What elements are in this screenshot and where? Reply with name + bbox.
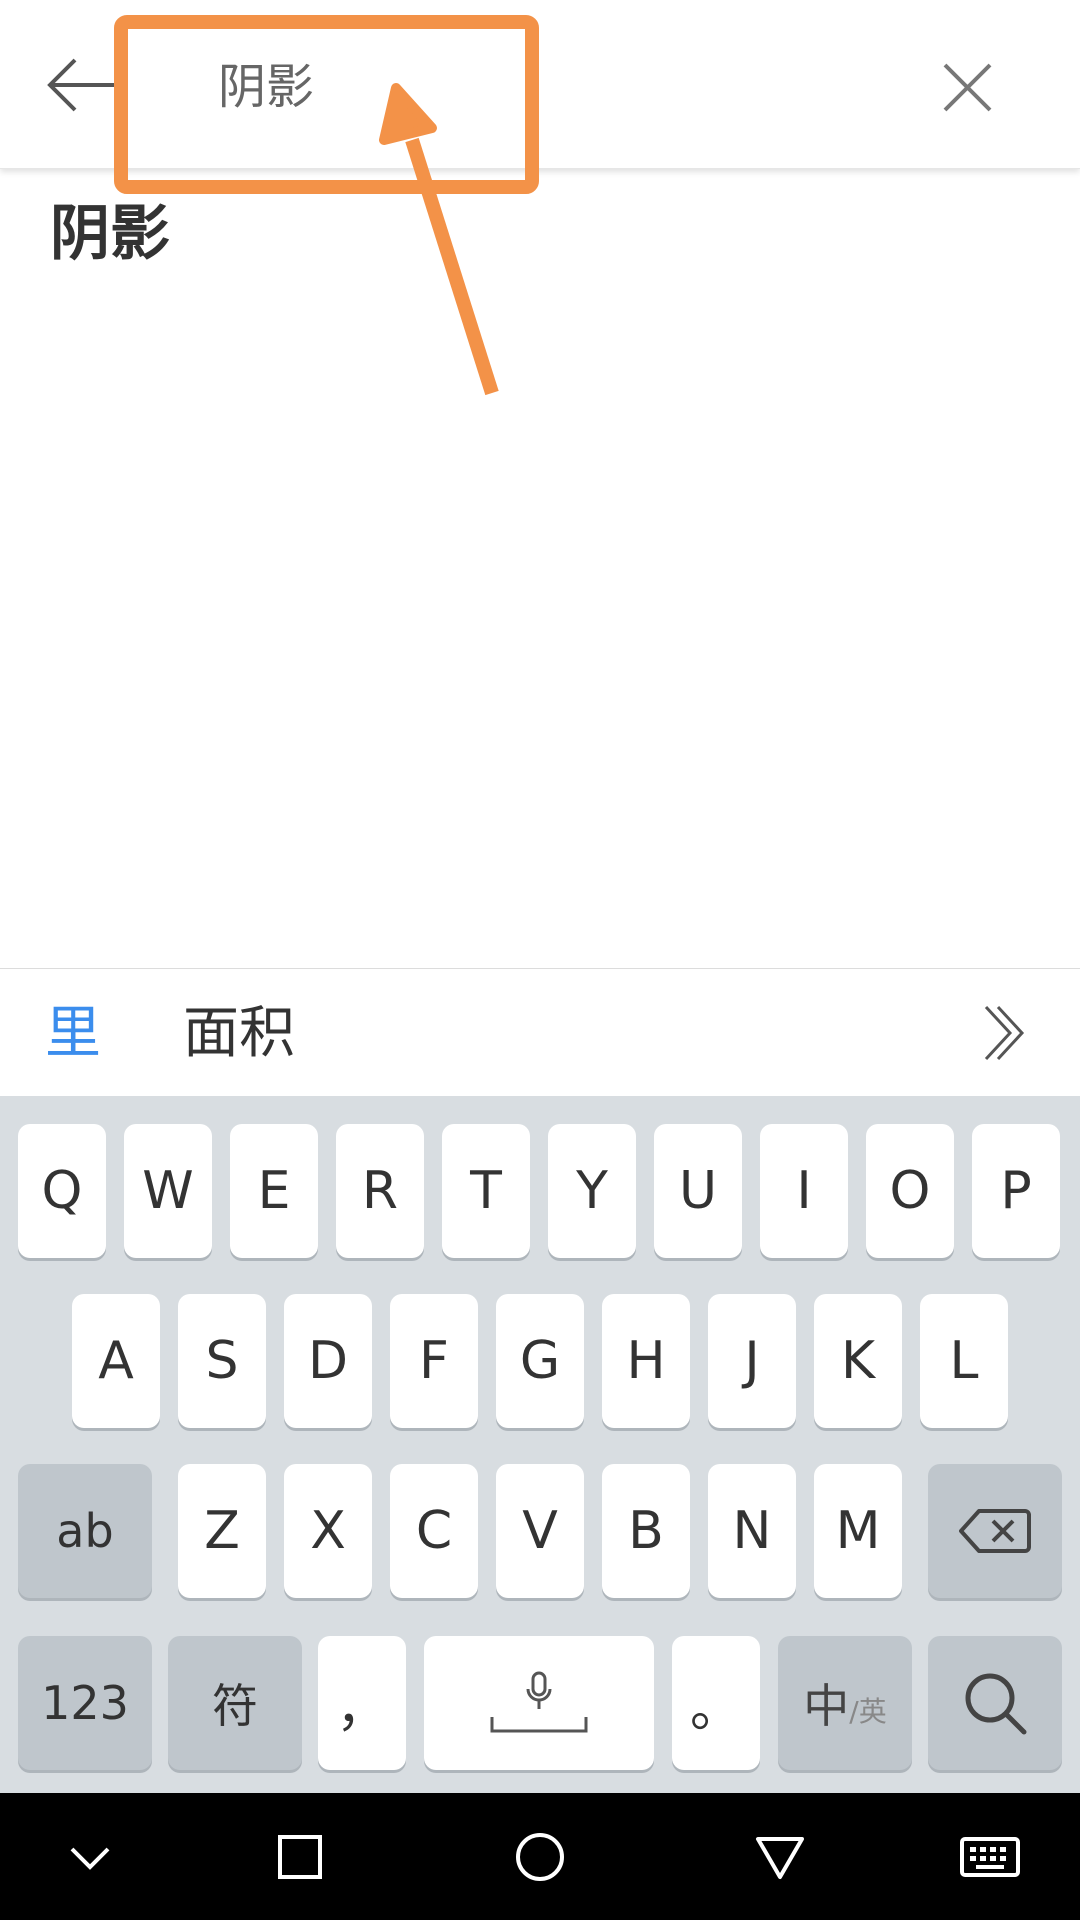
nav-back-button[interactable]: [748, 1825, 812, 1889]
language-alt-label: /英: [849, 1695, 887, 1728]
backspace-key[interactable]: [928, 1464, 1062, 1598]
key-k[interactable]: K: [814, 1294, 902, 1428]
search-icon: [965, 1673, 1027, 1735]
key-s[interactable]: S: [178, 1294, 266, 1428]
shift-key[interactable]: ab: [18, 1464, 152, 1598]
key-q[interactable]: Q: [18, 1124, 106, 1258]
key-u[interactable]: U: [654, 1124, 742, 1258]
nav-hide-keyboard-button[interactable]: [58, 1825, 122, 1889]
square-icon: [278, 1835, 322, 1879]
nav-home-button[interactable]: [508, 1825, 572, 1889]
keyboard: Q W E R T Y U I O P A S D F G H J K L ab…: [0, 1096, 1080, 1793]
key-p[interactable]: P: [972, 1124, 1060, 1258]
search-key[interactable]: [928, 1636, 1062, 1770]
close-icon: [943, 63, 992, 112]
backspace-icon: [959, 1509, 1031, 1553]
space-key[interactable]: [424, 1636, 654, 1770]
result-title: 阴影: [50, 199, 170, 269]
triangle-icon: [756, 1837, 804, 1879]
more-candidates-button[interactable]: [980, 1001, 1030, 1065]
search-input[interactable]: 阴影: [218, 52, 314, 122]
key-z[interactable]: Z: [178, 1464, 266, 1598]
annotation-arrow-shaft: [405, 137, 499, 396]
nav-recents-button[interactable]: [268, 1825, 332, 1889]
comma-key[interactable]: ，: [318, 1636, 406, 1770]
key-x[interactable]: X: [284, 1464, 372, 1598]
key-f[interactable]: F: [390, 1294, 478, 1428]
language-main-label: 中: [803, 1679, 850, 1733]
symbols-key[interactable]: 符: [168, 1636, 302, 1770]
key-j[interactable]: J: [708, 1294, 796, 1428]
search-bar: 阴影: [0, 0, 1080, 169]
key-a[interactable]: A: [72, 1294, 160, 1428]
candidate-bar: 里 面积: [0, 968, 1080, 1097]
key-d[interactable]: D: [284, 1294, 372, 1428]
key-n[interactable]: N: [708, 1464, 796, 1598]
language-switch-key[interactable]: 中 /英: [778, 1636, 912, 1770]
key-e[interactable]: E: [230, 1124, 318, 1258]
key-r[interactable]: R: [336, 1124, 424, 1258]
circle-icon: [516, 1833, 564, 1881]
double-chevron-right-icon: [984, 1005, 1025, 1061]
key-w[interactable]: W: [124, 1124, 212, 1258]
key-c[interactable]: C: [390, 1464, 478, 1598]
numbers-key[interactable]: 123: [18, 1636, 152, 1770]
key-t[interactable]: T: [442, 1124, 530, 1258]
key-o[interactable]: O: [866, 1124, 954, 1258]
arrow-left-icon: [47, 58, 120, 112]
key-m[interactable]: M: [814, 1464, 902, 1598]
key-l[interactable]: L: [920, 1294, 1008, 1428]
microphone-icon: [526, 1671, 552, 1709]
back-button[interactable]: [40, 50, 130, 120]
key-h[interactable]: H: [602, 1294, 690, 1428]
key-b[interactable]: B: [602, 1464, 690, 1598]
key-v[interactable]: V: [496, 1464, 584, 1598]
clear-button[interactable]: [930, 50, 1000, 120]
candidate-item-1[interactable]: 里: [45, 999, 101, 1069]
nav-keyboard-button[interactable]: [958, 1825, 1022, 1889]
key-i[interactable]: I: [760, 1124, 848, 1258]
system-nav-bar: [0, 1793, 1080, 1920]
keyboard-icon: [960, 1837, 1020, 1877]
period-key[interactable]: 。: [672, 1636, 760, 1770]
key-g[interactable]: G: [496, 1294, 584, 1428]
space-bar-icon: [490, 1717, 588, 1733]
key-y[interactable]: Y: [548, 1124, 636, 1258]
chevron-down-icon: [70, 1847, 110, 1870]
candidate-item-2[interactable]: 面积: [183, 999, 295, 1069]
